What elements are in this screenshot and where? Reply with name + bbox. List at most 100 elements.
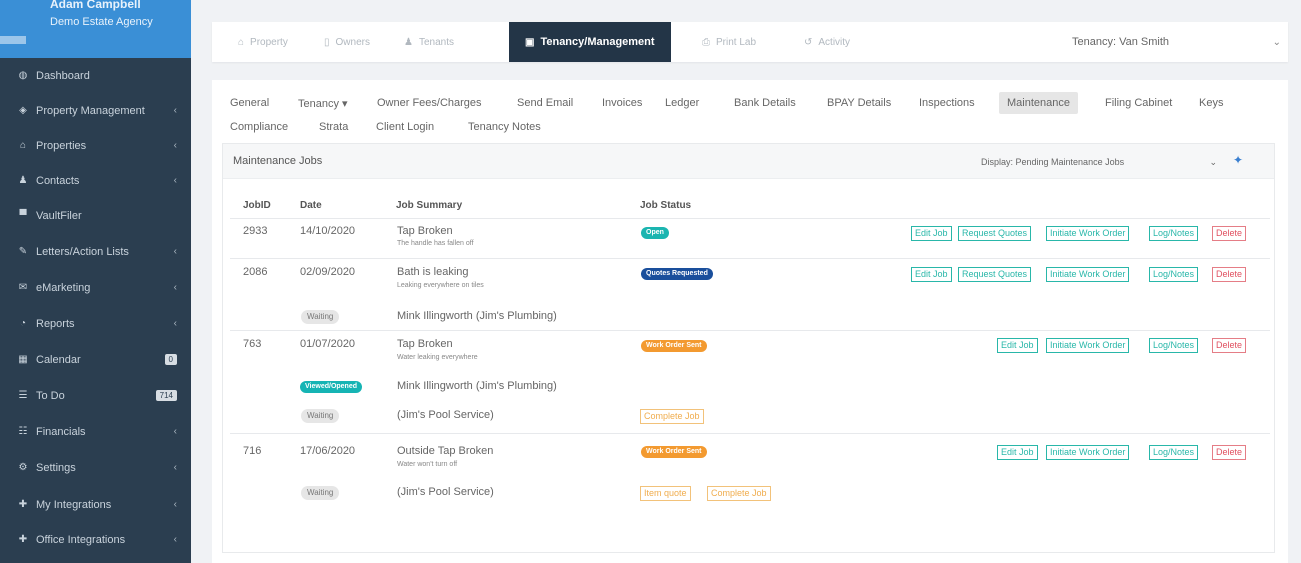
- tab-print-lab[interactable]: ⎙ Print Lab: [702, 22, 756, 62]
- print-icon: ⎙: [702, 36, 710, 48]
- building-icon: ▣: [525, 36, 535, 48]
- sidebar-item-label: Contacts: [36, 174, 80, 187]
- log-notes-button[interactable]: Log/Notes: [1149, 445, 1199, 460]
- chevron-left-icon: ‹: [173, 462, 177, 473]
- sidebar-item-dashboard[interactable]: ◍ Dashboard: [0, 58, 191, 93]
- status-badge: Work Order Sent: [641, 340, 707, 352]
- tenancy-select-value: Tenancy: Van Smith: [1072, 36, 1170, 48]
- tenancy-select[interactable]: Tenancy: Van Smith ⌄: [1047, 29, 1287, 55]
- subtab-owner-fees[interactable]: Owner Fees/Charges: [377, 92, 482, 114]
- person-icon: ♟: [18, 175, 28, 186]
- sidebar-item-calendar[interactable]: ▦ Calendar 0: [0, 342, 191, 377]
- initiate-work-order-button[interactable]: Initiate Work Order: [1046, 338, 1130, 353]
- edit-job-button[interactable]: Edit Job: [997, 338, 1038, 353]
- col-jobid: JobID: [243, 200, 271, 211]
- sidebar-item-properties[interactable]: ⌂ Properties ‹: [0, 128, 191, 163]
- sidebar-item-label: Office Integrations: [36, 533, 126, 546]
- job-id: 763: [243, 338, 262, 350]
- complete-job-button[interactable]: Complete Job: [707, 486, 771, 501]
- delete-button[interactable]: Delete: [1212, 445, 1247, 460]
- subtab-bank-details[interactable]: Bank Details: [734, 92, 796, 114]
- contractor-name: (Jim's Pool Service): [397, 409, 494, 421]
- divider: [230, 433, 1270, 434]
- brand-tab: [0, 36, 26, 44]
- item-quote-button[interactable]: Item quote: [640, 486, 691, 501]
- sidebar-item-my-integrations[interactable]: ✚ My Integrations ‹: [0, 487, 191, 522]
- sidebar-item-reports[interactable]: ◔ Reports ‹: [0, 306, 191, 341]
- sidebar-item-office-integrations[interactable]: ✚ Office Integrations ‹: [0, 522, 191, 557]
- subtab-tenancy-notes[interactable]: Tenancy Notes: [468, 116, 541, 138]
- job-summary[interactable]: Outside Tap Broken: [397, 445, 493, 457]
- sidebar-item-letters-action-lists[interactable]: ✎ Letters/Action Lists ‹: [0, 234, 191, 269]
- file-icon: ▯: [324, 36, 330, 48]
- log-notes-button[interactable]: Log/Notes: [1149, 226, 1199, 241]
- vault-icon: ▀: [19, 210, 27, 221]
- job-date: 02/09/2020: [300, 266, 356, 278]
- tab-tenancy-management[interactable]: ▣ Tenancy/Management: [509, 22, 671, 62]
- tab-tenants[interactable]: ♟ Tenants: [404, 22, 454, 62]
- sidebar-item-financials[interactable]: ☷ Financials ‹: [0, 414, 191, 449]
- subtab-tenancy[interactable]: Tenancy ▾: [298, 92, 348, 114]
- request-quotes-button[interactable]: Request Quotes: [958, 226, 1032, 241]
- sidebar-item-label: VaultFiler: [36, 209, 82, 222]
- subtab-ledger[interactable]: Ledger: [665, 92, 699, 114]
- delete-button[interactable]: Delete: [1212, 338, 1247, 353]
- subtab-general[interactable]: General: [230, 92, 269, 114]
- buildings-icon: ⌂: [19, 140, 27, 151]
- sidebar-item-label: eMarketing: [36, 281, 91, 294]
- sidebar-item-to-do[interactable]: ☰ To Do 714: [0, 378, 191, 413]
- subtab-compliance[interactable]: Compliance: [230, 116, 288, 138]
- agency-name: Demo Estate Agency: [50, 16, 153, 28]
- subtab-bpay-details[interactable]: BPAY Details: [827, 92, 891, 114]
- subtab-filing-cabinet[interactable]: Filing Cabinet: [1105, 92, 1172, 114]
- subtab-send-email[interactable]: Send Email: [517, 92, 573, 114]
- complete-job-button[interactable]: Complete Job: [640, 409, 704, 424]
- user-name: Adam Campbell: [50, 0, 141, 11]
- sidebar-item-vaultfiler[interactable]: ▀ VaultFiler: [0, 198, 191, 233]
- sidebar-item-property-management[interactable]: ◈ Property Management ‹: [0, 93, 191, 128]
- sidebar-item-label: Properties: [36, 139, 87, 152]
- subtab-strata[interactable]: Strata: [319, 116, 348, 138]
- sidebar-item-label: Letters/Action Lists: [36, 245, 129, 258]
- status-badge: Quotes Requested: [641, 268, 713, 280]
- sidebar-item-label: Property Management: [36, 104, 145, 117]
- sidebar-item-label: My Integrations: [36, 498, 112, 511]
- log-notes-button[interactable]: Log/Notes: [1149, 267, 1199, 282]
- chevron-left-icon: ‹: [173, 105, 177, 116]
- log-notes-button[interactable]: Log/Notes: [1149, 338, 1199, 353]
- request-quotes-button[interactable]: Request Quotes: [958, 267, 1032, 282]
- subtab-invoices[interactable]: Invoices: [602, 92, 642, 114]
- display-filter-select[interactable]: Display: Pending Maintenance Jobs ⌄: [973, 152, 1223, 172]
- job-summary[interactable]: Tap Broken: [397, 225, 453, 237]
- delete-button[interactable]: Delete: [1212, 226, 1247, 241]
- envelope-icon: ✉: [18, 282, 28, 293]
- subtab-client-login[interactable]: Client Login: [376, 116, 434, 138]
- edit-job-button[interactable]: Edit Job: [911, 267, 952, 282]
- tab-label: Print Lab: [716, 36, 757, 48]
- tab-label: Owners: [335, 36, 370, 48]
- subtab-keys[interactable]: Keys: [1199, 92, 1223, 114]
- job-id: 2933: [243, 225, 268, 237]
- job-date: 01/07/2020: [300, 338, 356, 350]
- initiate-work-order-button[interactable]: Initiate Work Order: [1046, 445, 1130, 460]
- sidebar-item-emarketing[interactable]: ✉ eMarketing ‹: [0, 270, 191, 305]
- job-description: Leaking everywhere on tiles: [397, 282, 484, 289]
- initiate-work-order-button[interactable]: Initiate Work Order: [1046, 267, 1130, 282]
- delete-button[interactable]: Delete: [1212, 267, 1247, 282]
- subtab-maintenance[interactable]: Maintenance: [999, 92, 1078, 114]
- tab-owners[interactable]: ▯ Owners: [324, 22, 370, 62]
- pin-icon[interactable]: ✦: [1233, 153, 1243, 167]
- subtab-inspections[interactable]: Inspections: [919, 92, 975, 114]
- contractor-name: Mink Illingworth (Jim's Plumbing): [397, 380, 557, 392]
- tab-activity[interactable]: ↺ Activity: [804, 22, 850, 62]
- edit-job-button[interactable]: Edit Job: [911, 226, 952, 241]
- job-description: The handle has fallen off: [397, 240, 474, 247]
- job-summary[interactable]: Bath is leaking: [397, 266, 469, 278]
- initiate-work-order-button[interactable]: Initiate Work Order: [1046, 226, 1130, 241]
- edit-job-button[interactable]: Edit Job: [997, 445, 1038, 460]
- sidebar-item-settings[interactable]: ⚙ Settings ‹: [0, 450, 191, 485]
- sidebar-item-contacts[interactable]: ♟ Contacts ‹: [0, 163, 191, 198]
- tab-property[interactable]: ⌂ Property: [238, 22, 288, 62]
- display-filter-value: Display: Pending Maintenance Jobs: [981, 157, 1125, 167]
- job-summary[interactable]: Tap Broken: [397, 338, 453, 350]
